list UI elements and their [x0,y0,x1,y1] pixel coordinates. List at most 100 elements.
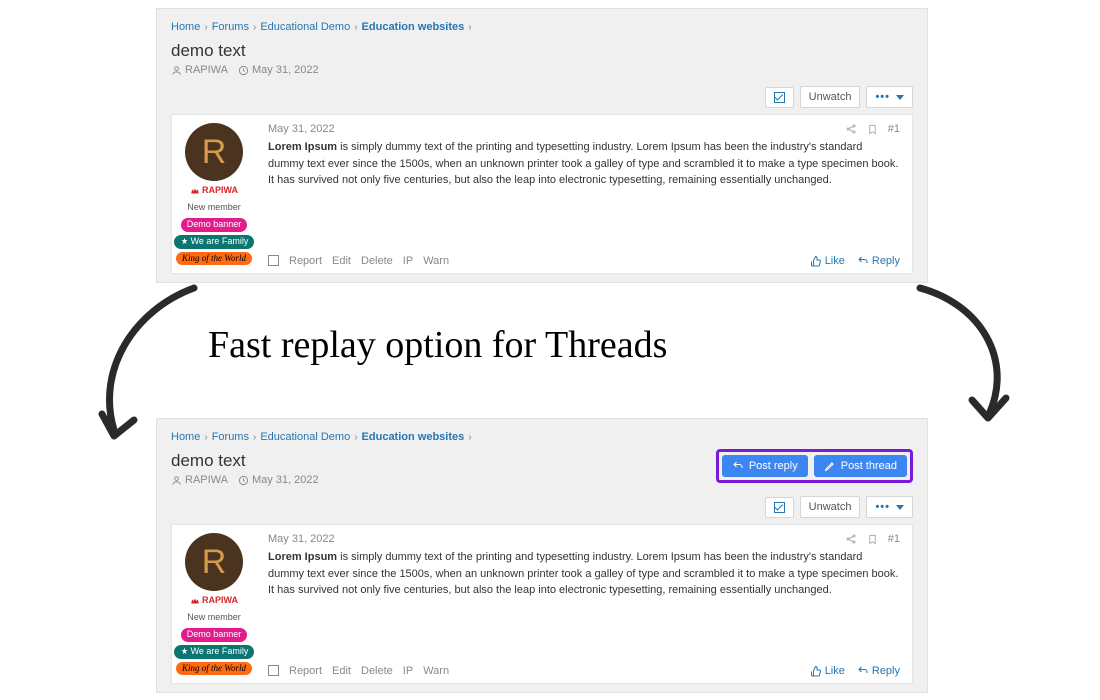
toolbar: Unwatch ••• [171,84,913,114]
react-actions: Like Reply [810,255,900,267]
post-reply-button[interactable]: Post reply [722,455,808,477]
select-toggle-button[interactable] [765,87,794,108]
reply-button[interactable]: Reply [857,255,900,267]
edit-link[interactable]: Edit [332,255,351,267]
headline-text: Fast replay option for Threads [208,323,667,367]
clock-icon [238,475,249,486]
mod-actions: Report Edit Delete IP Warn [268,665,449,677]
more-menu-button[interactable]: ••• [866,496,913,518]
role-badge: New member [181,611,247,625]
warn-link[interactable]: Warn [423,255,449,267]
highlight-box: Post reply Post thread [716,449,913,483]
report-link[interactable]: Report [289,665,322,677]
post-body: May 31, 2022 #1 Lorem Ipsum is simply du… [256,525,912,683]
chevron-down-icon [896,505,904,510]
post-thread-button[interactable]: Post thread [814,455,907,477]
username-badge[interactable]: RAPIWA [184,184,244,198]
family-badge: We are Family [174,235,255,249]
breadcrumb: Home› Forums› Educational Demo› Educatio… [171,427,913,449]
king-badge: King of the World [176,662,252,675]
post-body: May 31, 2022 #1 Lorem Ipsum is simply du… [256,115,912,273]
like-button[interactable]: Like [810,255,845,267]
unwatch-button[interactable]: Unwatch [800,496,861,518]
clock-icon [238,65,249,76]
king-badge: King of the World [176,252,252,265]
user-column: R RAPIWA New member Demo banner We are F… [172,525,256,683]
crumb-forums[interactable]: Forums [212,21,249,33]
role-badge: New member [181,201,247,215]
dots-icon: ••• [875,91,890,103]
crumb-edu-websites[interactable]: Education websites [362,431,465,443]
mod-actions: Report Edit Delete IP Warn [268,255,449,267]
user-icon [171,475,182,486]
thread-title: demo text [171,449,319,474]
more-menu-button[interactable]: ••• [866,86,913,108]
like-button[interactable]: Like [810,665,845,677]
thread-title: demo text [171,39,913,64]
post-card: R RAPIWA New member Demo banner We are F… [171,114,913,274]
post-text: Lorem Ipsum is simply dummy text of the … [268,139,900,249]
share-icon[interactable] [845,533,857,545]
ip-link[interactable]: IP [403,255,413,267]
crumb-edu-demo[interactable]: Educational Demo [260,21,350,33]
panel-before: Home› Forums› Educational Demo› Educatio… [156,8,928,283]
warn-link[interactable]: Warn [423,665,449,677]
select-toggle-button[interactable] [765,497,794,518]
reply-icon [857,665,869,677]
pencil-icon [824,460,836,472]
crown-icon [190,186,200,196]
avatar[interactable]: R [185,533,243,591]
post-date[interactable]: May 31, 2022 [268,533,335,545]
thumb-icon [810,665,822,677]
thread-author[interactable]: RAPIWA [171,64,228,76]
thread-meta: RAPIWA May 31, 2022 [171,64,913,84]
delete-link[interactable]: Delete [361,255,393,267]
family-badge: We are Family [174,645,255,659]
panel-after: Home› Forums› Educational Demo› Educatio… [156,418,928,693]
thumb-icon [810,255,822,267]
select-post-checkbox[interactable] [268,665,279,676]
chevron-down-icon [896,95,904,100]
crumb-forums[interactable]: Forums [212,431,249,443]
crown-icon [190,596,200,606]
report-link[interactable]: Report [289,255,322,267]
toolbar: Unwatch ••• [171,494,913,524]
thread-author[interactable]: RAPIWA [171,474,228,486]
user-icon [171,65,182,76]
thread-date: May 31, 2022 [238,64,319,76]
username-badge[interactable]: RAPIWA [184,594,244,608]
post-date[interactable]: May 31, 2022 [268,123,335,135]
post-text: Lorem Ipsum is simply dummy text of the … [268,549,900,659]
check-icon [774,502,785,513]
demo-banner-badge: Demo banner [181,218,248,232]
share-icon[interactable] [845,123,857,135]
dots-icon: ••• [875,501,890,513]
edit-link[interactable]: Edit [332,665,351,677]
arrow-right-icon [912,280,1022,430]
post-number[interactable]: #1 [888,123,900,135]
crumb-home[interactable]: Home [171,431,200,443]
reply-button[interactable]: Reply [857,665,900,677]
ip-link[interactable]: IP [403,665,413,677]
post-card: R RAPIWA New member Demo banner We are F… [171,524,913,684]
crumb-home[interactable]: Home [171,21,200,33]
thread-date: May 31, 2022 [238,474,319,486]
post-number[interactable]: #1 [888,533,900,545]
select-post-checkbox[interactable] [268,255,279,266]
hands-icon [180,647,189,656]
react-actions: Like Reply [810,665,900,677]
bookmark-icon[interactable] [867,534,878,545]
replyarrow-icon [732,460,744,472]
user-column: R RAPIWA New member Demo banner We are F… [172,115,256,273]
reply-icon [857,255,869,267]
breadcrumb: Home› Forums› Educational Demo› Educatio… [171,17,913,39]
hands-icon [180,237,189,246]
unwatch-button[interactable]: Unwatch [800,86,861,108]
delete-link[interactable]: Delete [361,665,393,677]
avatar[interactable]: R [185,123,243,181]
crumb-edu-websites[interactable]: Education websites [362,21,465,33]
thread-meta: RAPIWA May 31, 2022 [171,474,319,494]
demo-banner-badge: Demo banner [181,628,248,642]
crumb-edu-demo[interactable]: Educational Demo [260,431,350,443]
bookmark-icon[interactable] [867,124,878,135]
